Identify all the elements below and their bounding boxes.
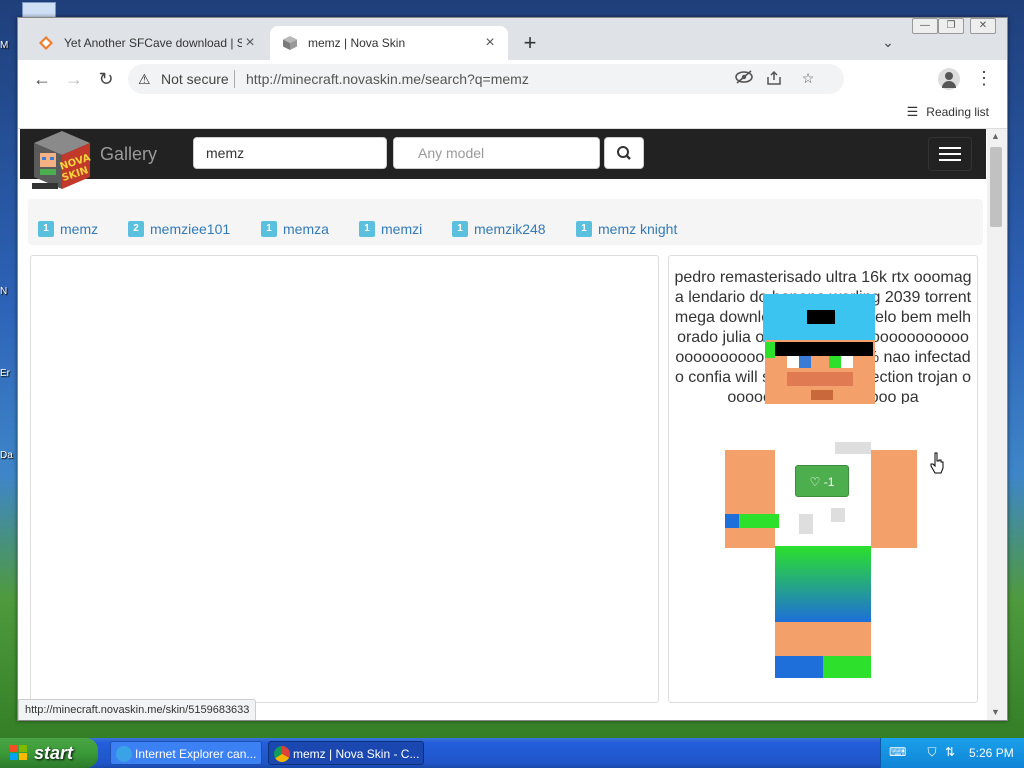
site-navbar: Gallery memz Any model [20,129,986,179]
hamburger-menu-button[interactable] [928,137,972,171]
nova-skin-icon [282,35,298,51]
status-url-bubble: http://minecraft.novaskin.me/skin/515968… [18,699,257,720]
desktop-icon-label: Er [0,368,10,379]
scroll-thumb[interactable] [990,147,1002,227]
tag-label: memzi [381,221,423,237]
taskbar-button-ie[interactable]: Internet Explorer can... [110,741,262,765]
reading-list-button[interactable]: ☰ Reading list [907,104,989,120]
warning-icon[interactable]: ⚠ [138,71,151,88]
taskbar-button-label: memz | Nova Skin - C... [293,747,420,761]
windows-flag-icon [10,745,27,760]
scroll-down-icon[interactable]: ▼ [991,707,1000,717]
tag-count-badge: 1 [38,221,54,237]
heart-icon: ♡ [809,475,821,489]
maximize-button[interactable]: ❐ [938,18,964,34]
scroll-up-icon[interactable]: ▲ [991,131,1000,141]
like-button[interactable]: ♡ -1 [795,465,849,497]
reload-button[interactable]: ↻ [94,67,118,91]
model-select[interactable]: Any model [393,137,600,169]
forward-button[interactable]: → [62,67,86,91]
start-label: start [34,743,74,763]
security-label[interactable]: Not secure [161,71,229,87]
tab-close-icon[interactable]: × [482,35,498,51]
minimize-button[interactable]: — [912,18,938,34]
network-icon[interactable]: ⇅ [943,745,957,759]
profile-avatar-icon[interactable] [938,68,960,90]
tab-title: memz | Nova Skin [308,36,406,50]
tag-label: memz [60,221,99,237]
tab-sfcave[interactable]: Yet Another SFCave download | So × [26,26,268,60]
reading-list-label: Reading list [926,105,989,119]
start-button[interactable]: start [0,738,98,768]
taskbar-button-chrome[interactable]: memz | Nova Skin - C... [268,741,424,765]
tag-count-badge: 1 [452,221,468,237]
system-tray: ⌨ ⛉ ⇅ 5:26 PM [880,738,1024,768]
tag-link[interactable]: 1 memzi [359,221,422,237]
close-window-button[interactable]: ✕ [970,18,996,34]
search-input[interactable]: memz [193,137,387,169]
keyboard-icon[interactable]: ⌨ [889,745,906,759]
tag-label: memz knight [598,221,678,237]
desktop-icon-label: N [0,286,8,297]
gallery-link[interactable]: Gallery [100,144,157,165]
tag-link[interactable]: 1 memz knight [576,221,677,237]
address-bar[interactable]: ⚠ Not secure http://minecraft.novaskin.m… [128,64,844,94]
tag-count-badge: 1 [359,221,375,237]
nova-skin-logo[interactable]: NOVA SKIN [32,129,92,191]
tag-link[interactable]: 1 memza [261,221,329,237]
security-shield-icon[interactable]: ⛉ [925,745,939,759]
url-text[interactable]: http://minecraft.novaskin.me/search?q=me… [246,71,529,87]
tag-label: memziee101 [150,221,231,237]
skin-card-empty[interactable] [30,255,659,703]
tag-link[interactable]: 1 memz [38,221,98,237]
back-button[interactable]: ← [30,67,54,91]
sourceforge-icon [38,35,54,51]
bookmark-star-icon[interactable]: ☆ [798,70,818,90]
tag-link[interactable]: 1 memzik248 [452,221,546,237]
web-page: Gallery memz Any model NOVA SKIN 1 memz … [20,129,986,720]
desktop-icon-label: Da [0,450,13,461]
related-tags-bar: 1 memz 2 memziee101 1 memza 1 memzi 1 memzik2… [28,199,983,245]
search-icon [617,146,631,160]
new-tab-button[interactable]: + [518,32,542,56]
hand-cursor-icon [930,452,944,474]
clock[interactable]: 5:26 PM [969,746,1014,760]
browser-window: Yet Another SFCave download | So × memz … [17,17,1008,721]
tab-nova-skin[interactable]: memz | Nova Skin × [270,26,508,60]
tag-label: memzik248 [474,221,546,237]
taskbar-button-label: Internet Explorer can... [135,747,257,761]
tracking-blocked-icon[interactable] [734,70,754,90]
reading-list-icon: ☰ [906,104,919,119]
taskbar: start Internet Explorer can... memz | No… [0,738,1024,768]
skin-card[interactable]: pedro remasterisado ultra 16k rtx ooomag… [668,255,978,703]
desktop-icon-label: M [0,40,9,51]
tag-count-badge: 1 [261,221,277,237]
page-scrollbar[interactable]: ▲ ▼ [987,129,1007,720]
tab-title: Yet Another SFCave download | So [64,36,242,50]
tag-link[interactable]: 2 memziee101 [128,221,230,237]
search-button[interactable] [604,137,644,169]
tag-count-badge: 1 [576,221,592,237]
address-divider [234,70,235,88]
share-icon[interactable] [764,70,784,90]
internet-explorer-icon [116,746,132,762]
browser-toolbar: ← → ↻ ⚠ Not secure http://minecraft.nova… [18,60,1007,98]
browser-menu-icon[interactable]: ⋮ [975,68,993,90]
tag-label: memza [283,221,329,237]
bookmarks-bar: ☰ Reading list [18,98,1007,129]
like-count: -1 [823,475,835,489]
tab-search-chevron-icon[interactable]: ⌄ [878,34,898,54]
tab-close-icon[interactable]: × [242,35,258,51]
desktop-icon[interactable] [22,2,56,18]
tag-count-badge: 2 [128,221,144,237]
tab-strip: Yet Another SFCave download | So × memz … [18,18,1007,60]
chrome-icon [274,746,290,762]
